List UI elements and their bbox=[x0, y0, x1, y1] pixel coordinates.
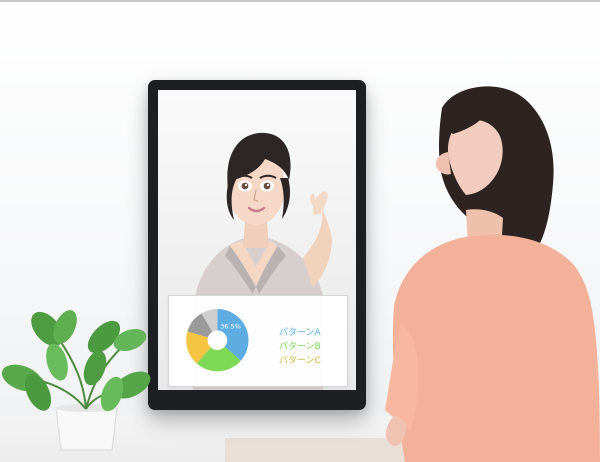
legend-item-pattern-b: パターンB bbox=[279, 342, 321, 352]
plant-pot bbox=[55, 407, 118, 451]
pie-data-label: 36.5% bbox=[220, 323, 241, 331]
chart-legend: パターンA パターンB パターンC bbox=[279, 326, 349, 368]
scene: 36.5% パターンA パターンB パターンC bbox=[0, 0, 600, 462]
woman-viewer bbox=[385, 86, 600, 462]
avatar-finger-a bbox=[320, 191, 328, 214]
pie-chart: 36.5% bbox=[186, 309, 249, 372]
avatar-neck bbox=[243, 222, 269, 248]
viewer-sweater bbox=[392, 234, 600, 462]
chart-card: 36.5% パターンA パターンB パターンC bbox=[168, 295, 348, 387]
top-border bbox=[0, 0, 600, 2]
avatar-iris-right bbox=[263, 182, 271, 190]
legend-item-pattern-a: パターンA bbox=[279, 328, 321, 338]
legend-item-pattern-c: パターンC bbox=[279, 356, 321, 366]
avatar-iris-left bbox=[241, 182, 249, 190]
potted-plant bbox=[1, 310, 151, 451]
digital-signage-monitor: 36.5% パターンA パターンB パターンC bbox=[148, 80, 366, 410]
monitor-screen: 36.5% パターンA パターンB パターンC bbox=[158, 90, 356, 390]
